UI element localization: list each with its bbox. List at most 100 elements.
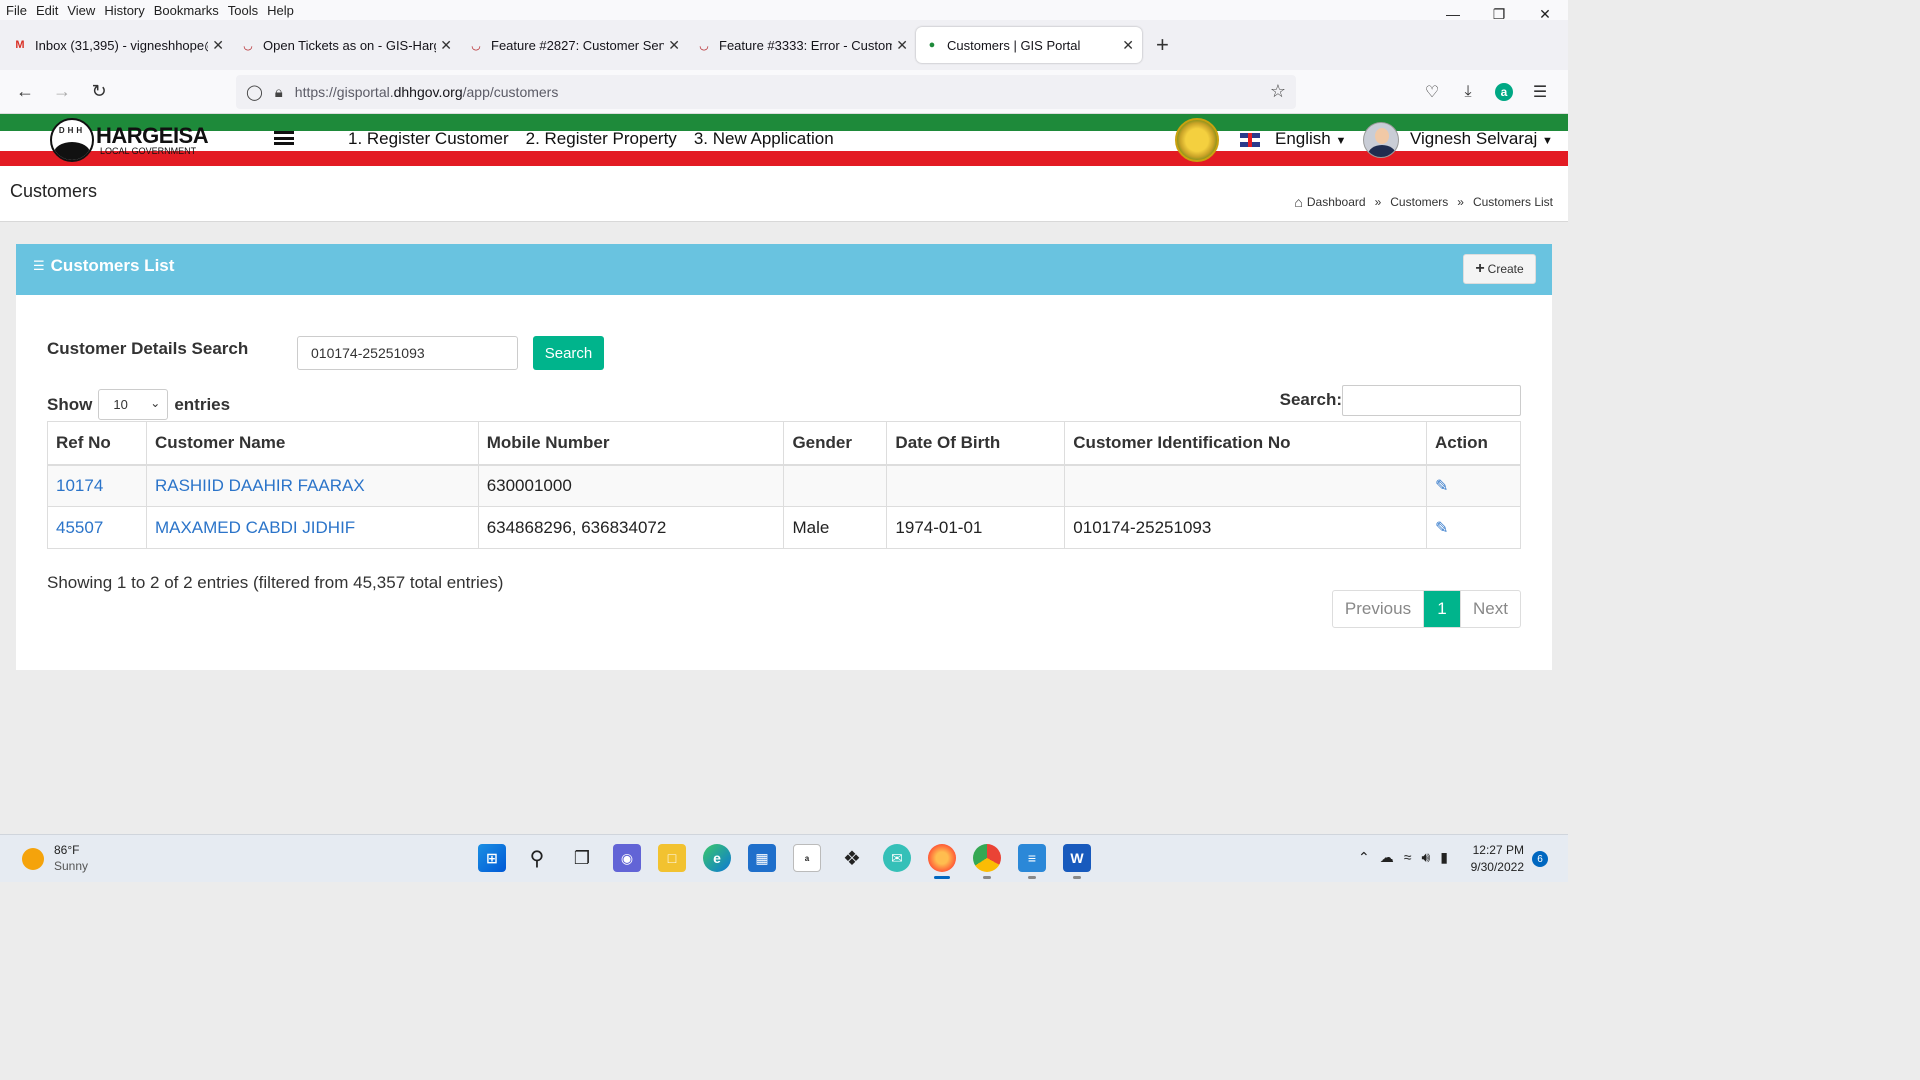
table-filter-input[interactable] [1342,385,1521,416]
back-icon[interactable]: ← [10,77,40,107]
language-dropdown[interactable]: English ▼ [1275,129,1346,149]
notepad-icon[interactable]: ≡ [1018,844,1046,879]
avatar[interactable] [1363,122,1399,158]
url-prefix: https://gisportal. [294,84,394,100]
wifi-icon[interactable]: ≈ [1404,849,1412,866]
tab-customers-gis-portal[interactable]: ● Customers | GIS Portal ✕ [916,27,1142,63]
amazon-icon[interactable]: a [793,844,821,872]
card-title: Customers List [50,256,175,275]
page-1-button[interactable]: 1 [1424,591,1460,627]
column-date-of-birth[interactable]: Date Of Birth [886,421,1066,466]
menu-bookmarks[interactable]: Bookmarks [154,3,219,18]
search-icon[interactable]: ⚲ [523,844,551,872]
clock-date: 9/30/2022 [1470,859,1524,874]
column-ref-no[interactable]: Ref No [47,421,147,466]
pocket-icon[interactable]: ♡ [1414,77,1450,107]
new-tab-icon[interactable]: + [1156,32,1169,58]
shield-icon[interactable]: ◯ [246,83,263,101]
hamburger-menu-icon[interactable] [274,131,294,145]
customer-name-link[interactable]: RASHIID DAAHIR FAARAX [145,464,479,507]
sun-icon [22,847,44,870]
close-tab-icon[interactable]: ✕ [212,37,224,54]
next-page-button[interactable]: Next [1460,591,1520,627]
menu-view[interactable]: View [67,3,95,18]
chat-icon[interactable]: ◉ [613,844,641,872]
menu-help[interactable]: Help [267,3,294,18]
clock[interactable]: 12:27 PM 9/30/2022 [1471,842,1524,876]
close-tab-icon[interactable]: ✕ [1122,37,1134,54]
tab-title: Customers | GIS Portal [947,37,1081,53]
create-button[interactable]: + Create [1463,254,1536,284]
dropbox-icon[interactable]: ❖ [838,844,866,872]
lock-icon[interactable]: 🔒︎ [275,84,283,101]
menu-tools[interactable]: Tools [228,3,258,18]
word-icon[interactable]: W [1063,844,1091,879]
firefox-icon[interactable] [928,844,956,879]
column-customer-name[interactable]: Customer Name [145,421,479,466]
column-gender[interactable]: Gender [783,421,888,466]
url-path: /app/customers [462,84,559,100]
clock-time: 12:27 PM [1472,843,1524,857]
breadcrumb-dashboard[interactable]: Dashboard [1307,195,1366,209]
tab-feature-2827[interactable]: ◡ Feature #2827: Customer Servic ✕ [460,27,688,63]
menu-edit[interactable]: Edit [36,3,58,18]
hargeisa-logo[interactable]: DHH HARGEISA LOCAL GOVERNMENT [50,118,209,162]
tab-open-tickets[interactable]: ◡ Open Tickets as on - GIS-Hargei ✕ [232,27,460,63]
gender-cell: Male [783,506,888,549]
edge-icon[interactable]: e [703,844,731,872]
nav-new-application[interactable]: 3. New Application [694,129,834,149]
breadcrumb-customers[interactable]: Customers [1390,195,1448,209]
onedrive-icon[interactable]: ☁ [1380,849,1394,866]
previous-page-button[interactable]: Previous [1333,591,1424,627]
bookmark-star-icon[interactable]: ☆ [1270,81,1286,102]
weather-widget[interactable]: 86°F Sunny [22,843,88,874]
tab-feature-3333[interactable]: ◡ Feature #3333: Error - Customer ✕ [688,27,916,63]
chevron-up-icon[interactable]: ⌃ [1358,849,1370,866]
search-button[interactable]: Search [533,336,604,370]
nav-register-property[interactable]: 2. Register Property [526,129,677,149]
task-view-icon[interactable]: ❐ [568,844,596,872]
battery-icon[interactable]: ▮ [1440,849,1448,866]
start-icon[interactable]: ⊞ [478,844,506,872]
browser-navbar: ← → ↻ ◯ 🔒︎ https://gisportal. dhhgov.org /… [0,70,1568,114]
edit-icon[interactable]: ✎ [1435,520,1448,537]
reload-icon[interactable]: ↻ [84,77,114,107]
gis-portal-icon: ● [928,39,936,51]
menu-file[interactable]: File [6,3,27,18]
close-tab-icon[interactable]: ✕ [440,37,452,54]
column-customer-identification-no[interactable]: Customer Identification No [1064,421,1427,466]
edit-icon[interactable]: ✎ [1435,478,1448,495]
amazon-assistant-icon[interactable]: a [1495,83,1513,101]
notification-badge[interactable]: 6 [1532,851,1548,867]
table-row: 10174 RASHIID DAAHIR FAARAX 630001000 ✎ [47,464,1521,507]
page-length-value: 10 [113,397,128,412]
ref-no-link[interactable]: 45507 [47,506,147,549]
store-icon[interactable]: ▦ [748,844,776,872]
menu-icon[interactable]: ☰ [1522,77,1558,107]
user-dropdown[interactable]: Vignesh Selvaraj ▼ [1410,129,1553,149]
caret-down-icon: ▼ [1335,135,1347,147]
customer-name-link[interactable]: MAXAMED CABDI JIDHIF [145,506,479,549]
customer-details-search-input[interactable] [297,336,518,370]
ref-no-link[interactable]: 10174 [47,464,147,507]
column-action: Action [1426,421,1521,466]
column-mobile-number[interactable]: Mobile Number [477,421,785,466]
tab-title: Feature #2827: Customer Servic [491,37,665,53]
forward-icon[interactable]: → [47,77,77,107]
chevron-down-icon: ⌄ [150,396,161,410]
chrome-icon[interactable] [973,844,1001,879]
url-bar[interactable]: ◯ 🔒︎ https://gisportal. dhhgov.org/app/cu… [236,75,1296,109]
menu-history[interactable]: History [104,3,144,18]
close-tab-icon[interactable]: ✕ [896,37,908,54]
volume-icon[interactable]: 🔊︎ [1421,849,1430,866]
messaging-icon[interactable]: ✉ [883,844,911,872]
taskbar-apps: ⊞ ⚲ ❐ ◉ □ e ▦ a ❖ ✉ ≡ W [478,844,1108,879]
page-length-select[interactable]: 10 ⌄ [98,389,169,420]
file-explorer-icon[interactable]: □ [658,844,686,872]
close-tab-icon[interactable]: ✕ [668,37,680,54]
download-icon[interactable]: ⤓ [1450,77,1486,107]
action-cell: ✎ [1426,464,1521,507]
home-icon: ⌂ [1294,194,1303,210]
tab-gmail[interactable]: M Inbox (31,395) - vigneshhope@g ✕ [4,27,232,63]
nav-register-customer[interactable]: 1. Register Customer [348,129,509,149]
